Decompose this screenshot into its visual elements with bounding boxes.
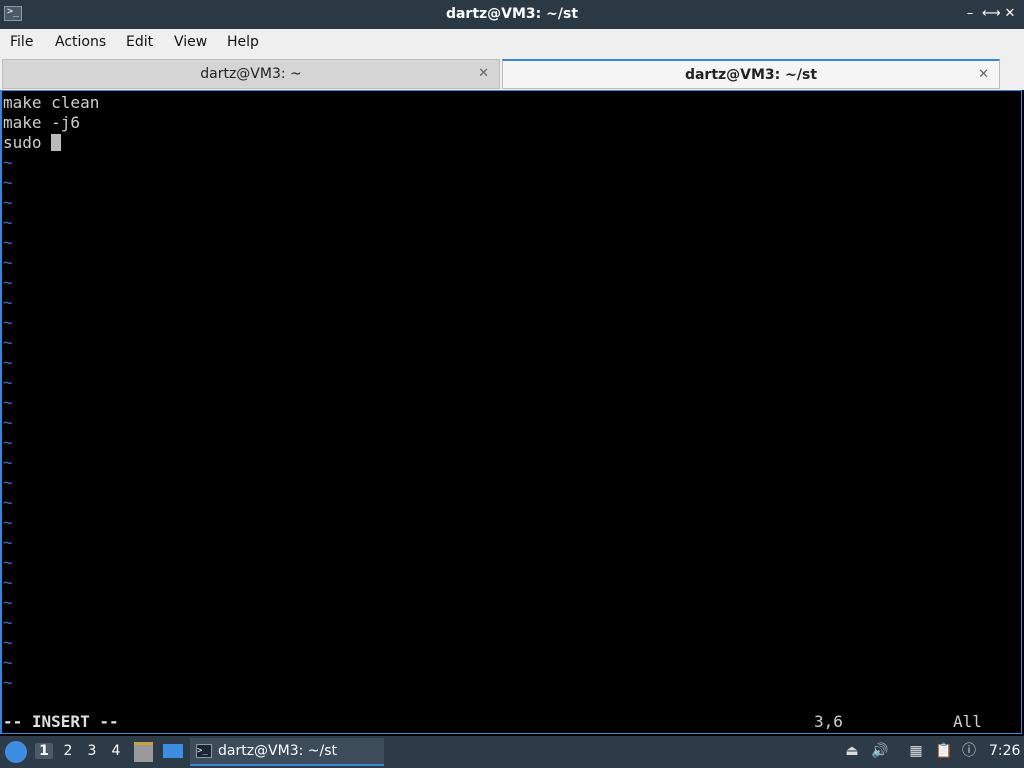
cursor-position: 3,6	[814, 712, 843, 731]
window-titlebar: >_ dartz@VM3: ~/st – ⟷ ✕	[0, 0, 1024, 29]
notification-icon[interactable]: ⓘ	[960, 742, 978, 760]
tab-close-icon[interactable]: ✕	[478, 60, 489, 88]
empty-line-tilde: ~	[3, 413, 13, 432]
menu-file[interactable]: File	[10, 34, 33, 50]
file-manager-icon[interactable]	[134, 742, 153, 762]
menu-view[interactable]: View	[174, 34, 207, 50]
empty-line-tilde: ~	[3, 393, 13, 412]
workspace-1[interactable]: 1	[35, 743, 53, 759]
tab-home[interactable]: dartz@VM3: ~ ✕	[2, 59, 500, 89]
taskbar: 1 2 3 4 >_ dartz@VM3: ~/st ⏏ 🔊 ▦ 📋 ⓘ 7:2…	[0, 736, 1024, 768]
taskbar-window-button[interactable]: >_ dartz@VM3: ~/st	[190, 738, 384, 766]
editor-line: make clean	[3, 93, 100, 112]
workspace-2[interactable]: 2	[59, 743, 77, 759]
menu-bar: File Actions Edit View Help	[0, 29, 1024, 57]
close-icon[interactable]: ✕	[1002, 6, 1018, 22]
empty-line-tilde: ~	[3, 653, 13, 672]
empty-line-tilde: ~	[3, 313, 13, 332]
terminal-icon: >_	[196, 744, 212, 758]
start-menu-icon[interactable]	[5, 741, 27, 763]
empty-line-tilde: ~	[3, 273, 13, 292]
editor-line: make -j6	[3, 113, 81, 132]
editor-line-current: sudo	[3, 133, 62, 153]
empty-line-tilde: ~	[3, 353, 13, 372]
menu-help[interactable]: Help	[227, 34, 259, 50]
empty-line-tilde: ~	[3, 213, 13, 232]
menu-edit[interactable]: Edit	[126, 34, 153, 50]
tab-label: dartz@VM3: ~/st	[684, 67, 818, 83]
minimize-icon[interactable]: –	[962, 6, 978, 22]
terminal-area[interactable]: make clean make -j6 sudo ~ ~ ~ ~ ~ ~ ~ ~ ~ ~ ~ ~ ~ ~ ~…	[0, 90, 1022, 734]
empty-line-tilde: ~	[3, 493, 13, 512]
tab-st[interactable]: dartz@VM3: ~/st ✕	[502, 59, 1000, 89]
maximize-icon[interactable]: ⟷	[982, 6, 1001, 22]
empty-line-tilde: ~	[3, 533, 13, 552]
empty-line-tilde: ~	[3, 373, 13, 392]
window-title: dartz@VM3: ~/st	[445, 6, 579, 22]
tab-bar: dartz@VM3: ~ ✕ dartz@VM3: ~/st ✕	[0, 57, 1024, 90]
tab-label: dartz@VM3: ~	[200, 66, 302, 82]
text-cursor	[51, 134, 62, 151]
scroll-indicator: All	[953, 712, 982, 731]
show-desktop-icon[interactable]	[163, 744, 183, 758]
empty-line-tilde: ~	[3, 573, 13, 592]
empty-line-tilde: ~	[3, 513, 13, 532]
empty-line-tilde: ~	[3, 173, 13, 192]
workspace-4[interactable]: 4	[107, 743, 125, 759]
empty-line-tilde: ~	[3, 593, 13, 612]
empty-line-tilde: ~	[3, 233, 13, 252]
empty-line-tilde: ~	[3, 473, 13, 492]
workspace-3[interactable]: 3	[83, 743, 101, 759]
network-icon[interactable]: ▦	[907, 742, 925, 760]
tab-close-icon[interactable]: ✕	[978, 61, 989, 89]
vim-mode-indicator: -- INSERT --	[3, 712, 119, 731]
clock: 7:26	[989, 743, 1021, 759]
empty-line-tilde: ~	[3, 453, 13, 472]
empty-line-tilde: ~	[3, 433, 13, 452]
eject-icon[interactable]: ⏏	[843, 742, 861, 760]
volume-icon[interactable]: 🔊	[871, 742, 889, 760]
empty-line-tilde: ~	[3, 193, 13, 212]
empty-line-tilde: ~	[3, 253, 13, 272]
empty-line-tilde: ~	[3, 553, 13, 572]
menu-actions[interactable]: Actions	[55, 34, 106, 50]
clipboard-icon[interactable]: 📋	[935, 742, 953, 760]
empty-line-tilde: ~	[3, 333, 13, 352]
empty-line-tilde: ~	[3, 293, 13, 312]
empty-line-tilde: ~	[3, 633, 13, 652]
taskbar-window-label: dartz@VM3: ~/st	[218, 743, 338, 759]
empty-line-tilde: ~	[3, 153, 13, 172]
editor-line-text: sudo	[3, 133, 52, 152]
empty-line-tilde: ~	[3, 673, 13, 692]
empty-line-tilde: ~	[3, 613, 13, 632]
